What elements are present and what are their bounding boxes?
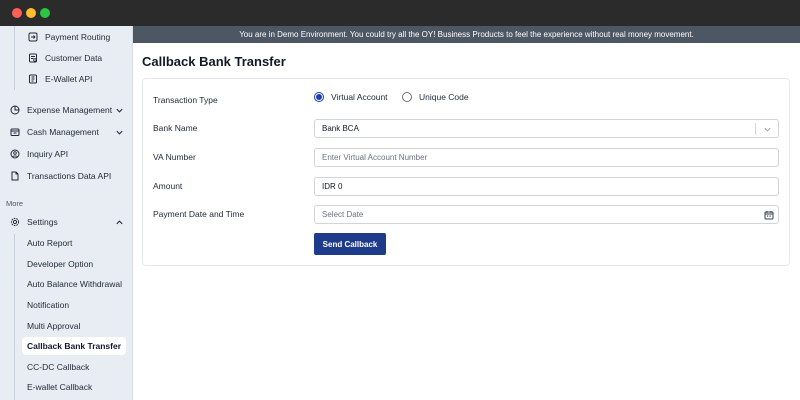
radio-unselected-icon [402,92,412,102]
sidebar-item-notification[interactable]: Notification [27,296,69,314]
sidebar-item-label: Payment Routing [45,32,111,42]
bank-name-value: Bank BCA [322,124,359,133]
sidebar-item-customer-data[interactable]: Customer Data [28,48,102,68]
callback-form-card [142,78,790,266]
expense-icon [10,105,20,115]
sidebar-section-label: More [6,199,24,208]
sidebar-item-auto-balance-withdrawal[interactable]: Auto Balance Withdrawal [27,275,122,293]
close-window-button[interactable] [12,8,22,18]
sidebar-item-transactions-data-api[interactable]: Transactions Data API [10,166,111,186]
transaction-type-label: Transaction Type [153,95,218,105]
radio-label: Unique Code [419,92,469,102]
sidebar-item-label: Settings [27,217,58,227]
minimize-window-button[interactable] [26,8,36,18]
maximize-window-button[interactable] [40,8,50,18]
document-icon [10,171,20,181]
sidebar-item-e-wallet-api[interactable]: E-Wallet API [28,69,92,89]
sidebar-tree-line [14,234,15,400]
chevron-down-icon[interactable] [763,125,772,134]
sidebar-item-developer-option[interactable]: Developer Option [27,255,93,273]
amount-label: Amount [153,181,183,191]
demo-environment-banner: You are in Demo Environment. You could t… [133,26,800,43]
sidebar-item-label: Inquiry API [27,149,69,159]
va-number-placeholder: Enter Virtual Account Number [322,153,428,162]
gear-icon [10,217,20,227]
va-number-label: VA Number [153,152,196,162]
sidebar-item-e-wallet-callback[interactable]: E-wallet Callback [27,378,92,396]
radio-virtual-account[interactable]: Virtual Account [314,92,388,102]
sidebar-item-label: Cash Management [27,127,99,137]
send-callback-button[interactable]: Send Callback [314,233,386,255]
sidebar-item-settings[interactable]: Settings [10,212,132,232]
bank-name-select[interactable]: Bank BCA [314,119,779,138]
radio-label: Virtual Account [331,92,388,102]
chevron-up-icon[interactable] [115,218,124,227]
sidebar-item-multi-approval[interactable]: Multi Approval [27,317,80,335]
calendar-icon[interactable] [764,210,774,220]
radio-unique-code[interactable]: Unique Code [402,92,469,102]
bank-name-label: Bank Name [153,123,198,133]
chevron-down-icon[interactable] [115,128,124,137]
sidebar: Payment Routing Customer Data E-Wallet A… [0,26,133,400]
sidebar-item-payment-routing[interactable]: Payment Routing [28,27,110,47]
sidebar-item-label: E-Wallet API [45,74,93,84]
sidebar-tree-line [14,26,15,90]
chevron-down-icon[interactable] [115,106,124,115]
customer-data-icon [28,53,38,63]
page-title: Callback Bank Transfer [142,54,286,69]
routing-icon [28,32,38,42]
amount-value: IDR 0 [322,182,343,191]
amount-input[interactable]: IDR 0 [314,177,779,196]
sidebar-item-label: Transactions Data API [27,171,112,181]
sidebar-item-auto-report[interactable]: Auto Report [27,234,72,252]
va-number-input[interactable]: Enter Virtual Account Number [314,148,779,167]
window-titlebar [0,0,800,26]
sidebar-item-inquiry-api[interactable]: Inquiry API [10,144,68,164]
sidebar-item-label: Customer Data [45,53,103,63]
wallet-icon [28,74,38,84]
payment-date-input[interactable]: Select Date [314,205,779,224]
sidebar-item-expense-management[interactable]: Expense Management [10,100,132,120]
cash-icon [10,127,20,137]
payment-date-label: Payment Date and Time [153,209,245,219]
sidebar-item-label: Expense Management [27,105,113,115]
sidebar-item-cc-dc-callback[interactable]: CC-DC Callback [27,358,89,376]
sidebar-item-callback-bank-transfer[interactable]: Callback Bank Transfer [22,337,126,355]
inquiry-icon [10,149,20,159]
select-divider [755,123,756,135]
app-window: Payment Routing Customer Data E-Wallet A… [0,0,800,400]
radio-selected-icon [314,92,324,102]
payment-date-placeholder: Select Date [322,210,364,219]
sidebar-item-cash-management[interactable]: Cash Management [10,122,132,142]
